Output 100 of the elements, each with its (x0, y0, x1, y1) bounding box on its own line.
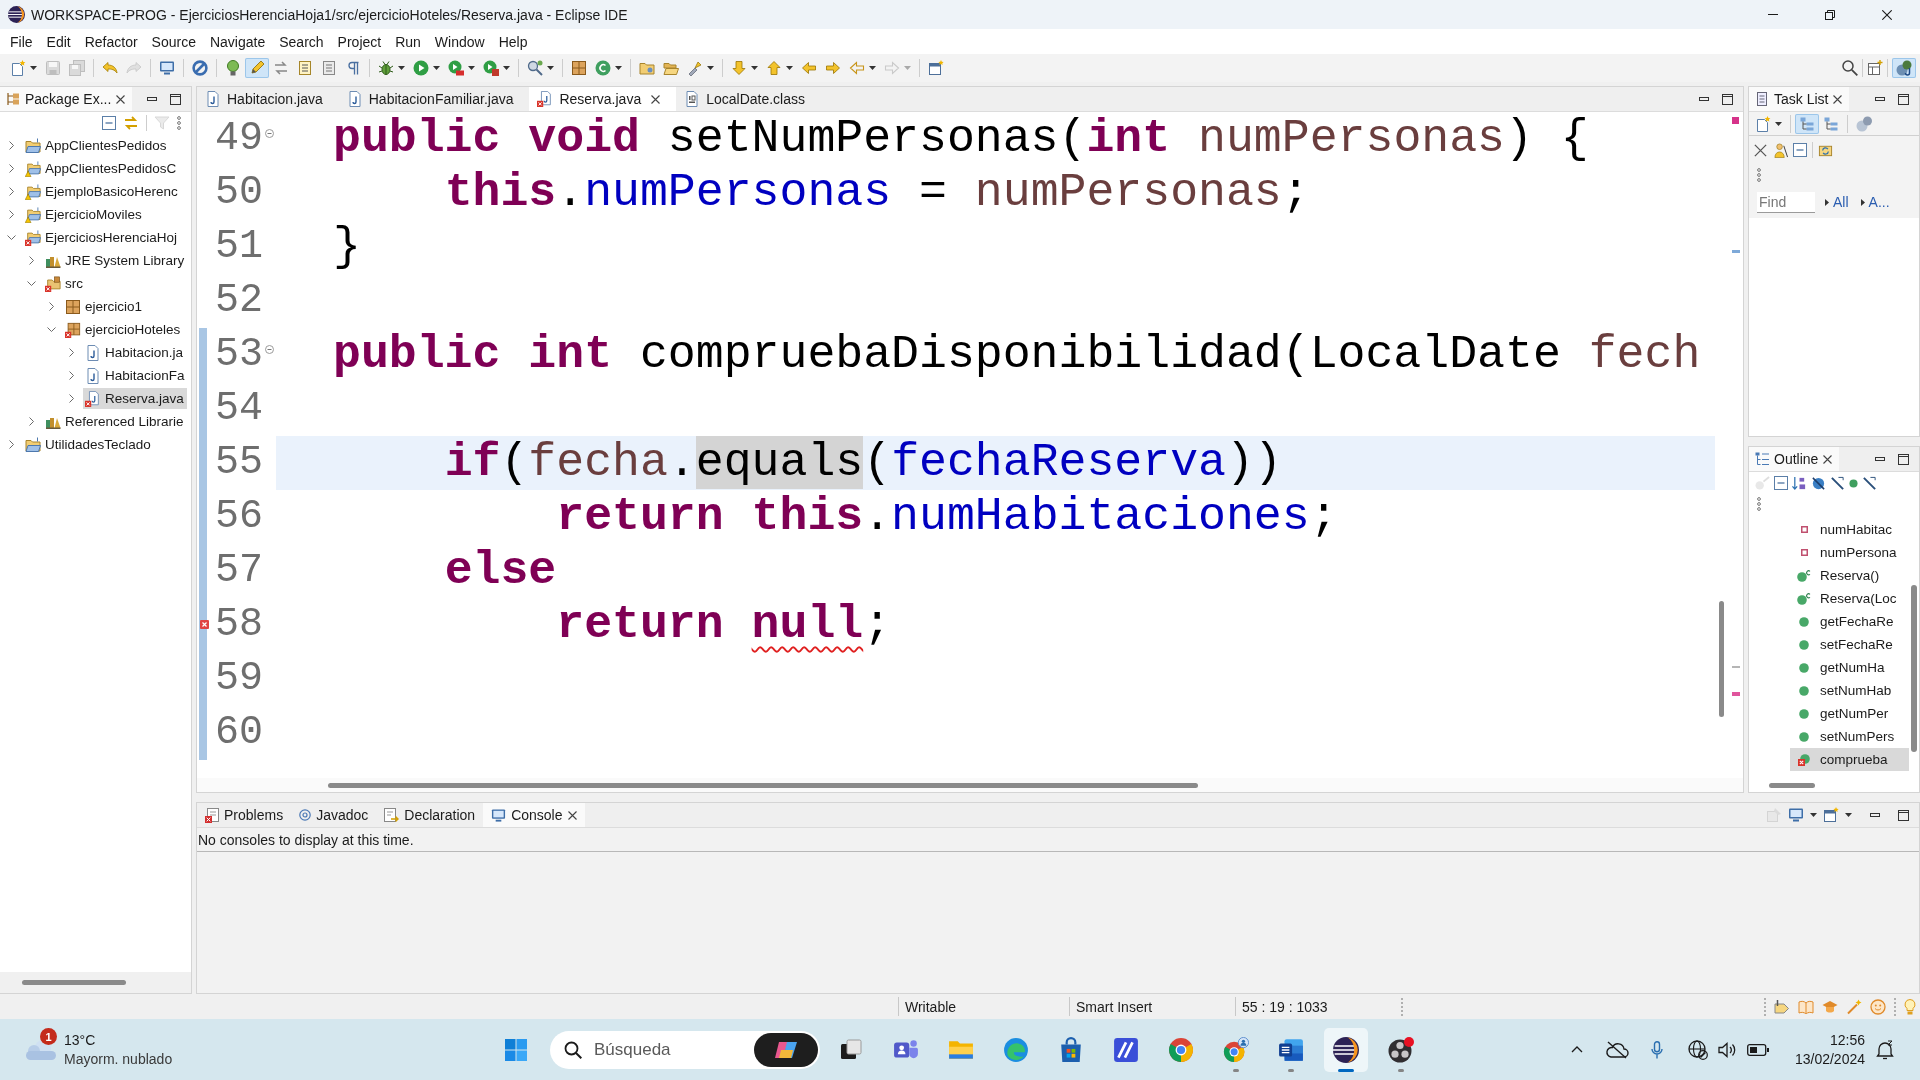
view-menu-icon[interactable] (1757, 168, 1761, 182)
tree-item[interactable]: ejercicioHoteles (63, 319, 184, 340)
panel-tab[interactable]: Problems (197, 803, 292, 827)
minimize-icon[interactable] (1875, 457, 1885, 461)
panel-tab[interactable]: Console (483, 803, 585, 827)
menu-item[interactable]: Help (491, 30, 535, 53)
view-tab[interactable]: Package Ex... (0, 87, 133, 111)
outline-item[interactable]: getFechaRe (1790, 610, 1909, 633)
caret-icon[interactable] (615, 66, 622, 70)
horizontal-scrollbar[interactable] (22, 980, 126, 985)
chevron-right-icon[interactable] (8, 164, 14, 173)
editor-tab[interactable]: HabitacionFamiliar.java (338, 87, 530, 111)
minimize-icon[interactable] (1699, 97, 1709, 101)
clock-time[interactable]: 12:56 (1829, 1030, 1865, 1050)
dot-icon[interactable] (1849, 478, 1858, 488)
outline-item[interactable]: getNumHa (1790, 656, 1909, 679)
three-dots-circle-icon[interactable] (1388, 1036, 1414, 1063)
play-bar-icon[interactable] (448, 60, 464, 76)
view-tab[interactable]: Task List (1749, 87, 1850, 111)
monitor-icon[interactable] (159, 60, 175, 76)
clock-date[interactable]: 13/02/2024 (1794, 1049, 1865, 1069)
chevron-right-icon[interactable] (8, 440, 14, 449)
minimize-icon[interactable] (1767, 14, 1778, 15)
tree-item[interactable]: HabitacionFa (83, 365, 188, 386)
caret-icon[interactable] (468, 66, 475, 70)
document-icon[interactable] (297, 60, 313, 76)
chevron-right-icon[interactable] (48, 302, 54, 311)
outline-item[interactable]: getNumPer (1790, 702, 1909, 725)
minimize-icon[interactable] (1870, 813, 1880, 817)
outline-item[interactable]: setFechaRe (1790, 633, 1909, 656)
menu-item[interactable]: Navigate (202, 30, 273, 53)
tag-icon[interactable] (1774, 998, 1790, 1015)
maximize-icon[interactable] (1722, 93, 1733, 105)
maximize-icon[interactable] (170, 93, 181, 105)
find-field[interactable]: Find (1757, 191, 1815, 213)
chevron-right-icon[interactable] (28, 256, 34, 265)
horizontal-scrollbar[interactable] (1769, 782, 1815, 788)
menu-item[interactable]: Window (427, 30, 492, 53)
tree-item[interactable]: ejercicio1 (63, 296, 146, 317)
stacked-squares-icon[interactable] (839, 1037, 863, 1062)
outline-item[interactable]: numHabitac (1790, 518, 1909, 541)
shopping-bag-icon[interactable] (1058, 1036, 1084, 1063)
window-plus-icon[interactable] (1867, 60, 1883, 76)
slash-icon[interactable] (1862, 475, 1877, 491)
view-tab[interactable]: Outline (1749, 447, 1840, 471)
caret-icon[interactable] (1775, 121, 1782, 126)
chevron-up-icon[interactable] (1571, 1046, 1583, 1053)
maximize-icon[interactable] (1898, 809, 1909, 821)
editor-tab[interactable]: Reserva.java (529, 87, 677, 111)
speaker-icon[interactable] (1718, 1041, 1738, 1058)
chevron-down-icon[interactable] (6, 235, 16, 240)
taskbar-app-button[interactable] (1324, 1027, 1368, 1072)
menu-item[interactable]: Refactor (77, 30, 145, 53)
editor-tab[interactable]: LocalDate.class (676, 87, 821, 111)
caret-icon[interactable] (503, 66, 510, 70)
slashed-circle-icon[interactable] (192, 60, 208, 76)
tree-item[interactable]: AppClientesPedidos (23, 135, 170, 156)
outline-item[interactable]: Reserva() (1790, 564, 1909, 587)
start-icon[interactable] (504, 1037, 528, 1062)
window-icon[interactable] (928, 60, 944, 76)
battery-icon[interactable] (1747, 1043, 1769, 1056)
magnifier-dot-icon[interactable] (527, 60, 543, 76)
chevron-right-icon[interactable] (8, 210, 14, 219)
tree-item[interactable]: Referenced Librarie (43, 411, 187, 432)
close-icon[interactable] (1881, 9, 1892, 20)
window-icon[interactable] (1823, 807, 1839, 823)
panel-tab[interactable]: Javadoc (291, 803, 377, 827)
person-icon[interactable] (1773, 142, 1788, 158)
slash-icon[interactable] (1830, 475, 1845, 491)
cloud-off-icon[interactable] (1605, 1040, 1629, 1059)
view-menu-icon[interactable] (1757, 497, 1761, 511)
close-icon[interactable] (567, 810, 577, 820)
chevron-right-icon[interactable] (68, 394, 74, 403)
minimize-icon[interactable] (1875, 97, 1885, 101)
search-icon[interactable] (1842, 60, 1858, 76)
tree-item[interactable]: src (43, 273, 86, 294)
menu-item[interactable]: Edit (39, 30, 78, 53)
minimize-icon[interactable] (147, 97, 157, 101)
caret-icon[interactable] (398, 66, 405, 70)
slashed-circle-icon[interactable] (1811, 475, 1826, 491)
vertical-scrollbar[interactable] (1911, 585, 1917, 752)
swirl-circle-icon[interactable] (1003, 1036, 1029, 1063)
tree-item[interactable]: EjemploBasicoHerenc (23, 181, 181, 202)
package-icon[interactable] (571, 60, 587, 76)
sort-icon[interactable] (1792, 475, 1807, 491)
new-file-icon[interactable] (10, 60, 26, 76)
filter-link[interactable]: A... (1868, 194, 1890, 210)
pilcrow-icon[interactable] (345, 60, 361, 76)
tree-item[interactable]: Habitacion.ja (83, 342, 187, 363)
play-box-icon[interactable] (483, 60, 499, 76)
chevron-right-icon[interactable] (8, 141, 14, 150)
monitor-icon[interactable] (1788, 807, 1804, 823)
menu-item[interactable]: Run (388, 30, 428, 53)
tricolor-circle-person-icon[interactable] (1223, 1036, 1249, 1063)
minus-box-icon[interactable] (1793, 143, 1807, 157)
caret-icon[interactable] (1845, 813, 1852, 817)
outline-item[interactable]: setNumPers (1790, 725, 1909, 748)
chevron-right-icon[interactable] (28, 417, 34, 426)
close-icon[interactable] (116, 94, 126, 104)
chevron-right-icon[interactable] (68, 371, 74, 380)
